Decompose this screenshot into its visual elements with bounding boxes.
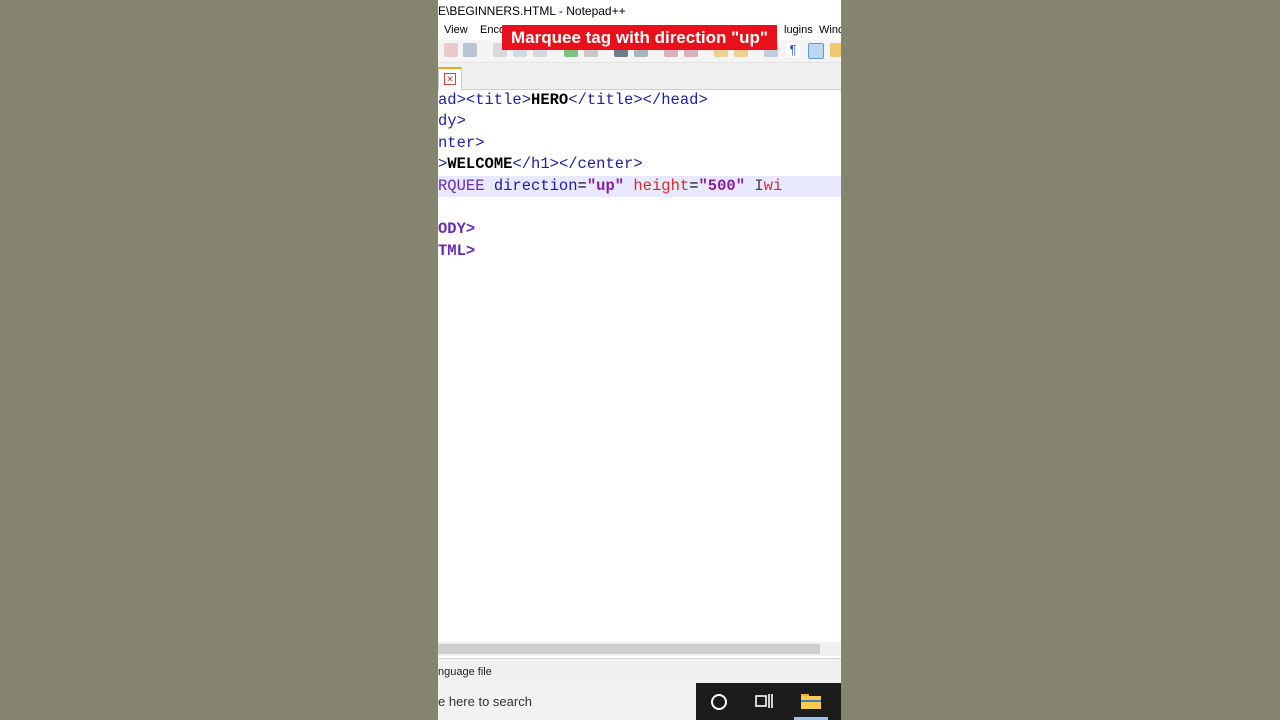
scrollbar-thumb[interactable] [438, 644, 820, 654]
text-cursor-icon: I [754, 177, 764, 195]
search-placeholder: e here to search [438, 694, 532, 709]
close-file-icon[interactable] [444, 43, 458, 57]
code-token: ad><title> [438, 91, 532, 109]
code-token: RQUEE [438, 177, 485, 195]
code-token: HERO [531, 91, 569, 109]
cortana-icon[interactable] [711, 694, 727, 710]
code-token: </h1></center> [512, 155, 643, 173]
menu-plugins[interactable]: lugins [784, 24, 813, 36]
code-token: nter> [438, 134, 485, 152]
code-token: </title></head> [568, 91, 708, 109]
tab-bar: ✕ [438, 63, 841, 90]
video-frame: E\BEGINNERS.HTML - Notepad++ View Enco l… [438, 0, 841, 720]
code-line-7: ODY> [438, 219, 841, 240]
windows-taskbar: e here to search [438, 683, 841, 720]
task-view-icon[interactable] [755, 693, 773, 709]
menu-window[interactable]: Wind [819, 24, 841, 36]
horizontal-scrollbar[interactable] [438, 642, 841, 656]
code-token: = [689, 177, 699, 195]
code-line-5-current: RQUEE direction="up" height="500" Iwi [438, 176, 841, 197]
code-token: dy> [438, 112, 466, 130]
code-line-1: ad><title>HERO</title></head> [438, 90, 841, 111]
code-token: height [624, 177, 690, 195]
video-caption: Marquee tag with direction "up" [502, 25, 777, 50]
code-token: "500" [698, 177, 746, 195]
tab-beginners-html[interactable]: ✕ [438, 67, 462, 90]
code-line-4: >WELCOME</h1></center> [438, 154, 841, 175]
print-icon[interactable] [463, 43, 477, 57]
file-explorer-icon[interactable] [800, 692, 822, 710]
code-token: "up" [586, 177, 625, 195]
window-title: E\BEGINNERS.HTML - Notepad++ [438, 4, 626, 18]
menu-view[interactable]: View [444, 24, 468, 36]
window-titlebar: E\BEGINNERS.HTML - Notepad++ [438, 0, 841, 22]
code-line-3: nter> [438, 133, 841, 154]
code-token: WELCOME [447, 155, 513, 173]
taskbar-search-box[interactable]: e here to search [438, 683, 696, 720]
code-token: > [438, 155, 448, 173]
code-line-2: dy> [438, 111, 841, 132]
status-bar: nguage file [438, 658, 841, 683]
code-line-8: TML> [438, 241, 841, 262]
code-editor[interactable]: ad><title>HERO</title></head> dy> nter> … [438, 90, 841, 642]
pilcrow-icon[interactable]: ¶ [786, 43, 800, 57]
code-token: TML> [438, 242, 476, 260]
code-token: ODY> [438, 220, 476, 238]
status-file-type: nguage file [438, 666, 492, 678]
code-token: wi [763, 177, 783, 195]
code-token: = [577, 177, 587, 195]
close-tab-icon[interactable]: ✕ [444, 73, 456, 85]
code-token: direction [484, 177, 578, 195]
indent-guide-icon[interactable] [808, 43, 824, 59]
folder-icon-toolbar[interactable] [830, 43, 841, 57]
